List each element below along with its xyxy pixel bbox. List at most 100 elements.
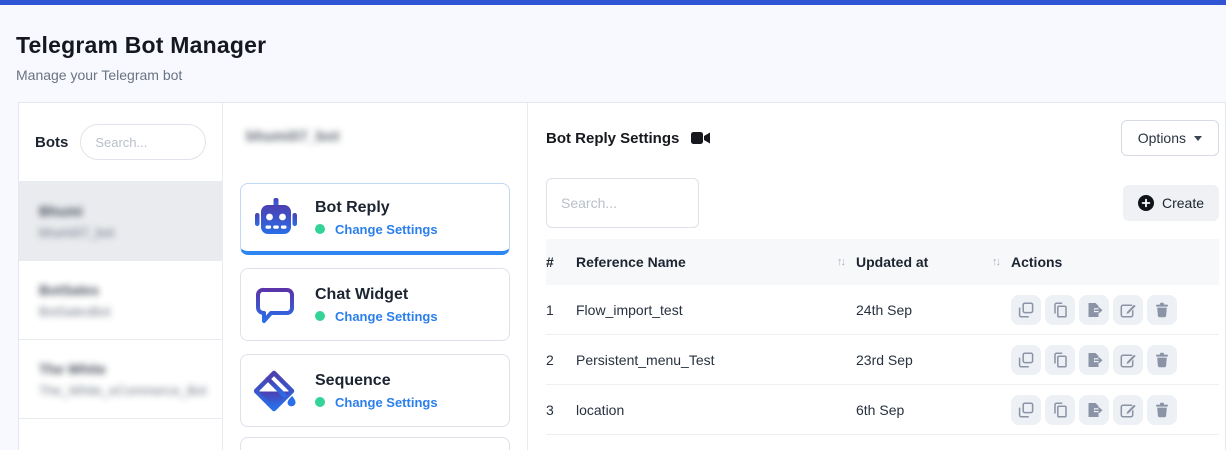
copy-button[interactable] bbox=[1045, 395, 1075, 425]
feature-title: Sequence bbox=[315, 372, 438, 390]
edit-button[interactable] bbox=[1113, 395, 1143, 425]
bot-list-item[interactable]: The White The_White_eCommerce_Bot bbox=[19, 340, 222, 419]
change-settings-link[interactable]: Change Settings bbox=[335, 395, 438, 410]
options-button-label: Options bbox=[1138, 130, 1186, 146]
export-button[interactable] bbox=[1079, 295, 1109, 325]
edit-icon bbox=[1120, 302, 1136, 318]
change-settings-link[interactable]: Change Settings bbox=[335, 222, 438, 237]
bots-panel-header: Bots bbox=[19, 103, 222, 182]
page-subtitle: Manage your Telegram bot bbox=[16, 67, 1210, 83]
status-dot-icon bbox=[315, 224, 325, 234]
video-camera-icon bbox=[691, 131, 710, 145]
trash-icon bbox=[1154, 302, 1170, 318]
export-button[interactable] bbox=[1079, 345, 1109, 375]
bots-heading: Bots bbox=[35, 134, 68, 151]
robot-icon bbox=[254, 196, 298, 240]
copy-icon bbox=[1052, 302, 1068, 318]
feature-card-bot-reply[interactable]: Bot Reply Change Settings bbox=[240, 183, 510, 255]
column-header-actions: Actions bbox=[1011, 254, 1219, 270]
table-row: 1 Flow_import_test 24th Sep bbox=[546, 285, 1219, 335]
chevron-down-icon bbox=[1194, 136, 1202, 141]
reference-name: Persistent_menu_Test bbox=[576, 352, 856, 368]
clone-button[interactable] bbox=[1011, 345, 1041, 375]
row-num: 2 bbox=[546, 352, 576, 368]
row-actions bbox=[1011, 395, 1219, 425]
status-dot-icon bbox=[315, 311, 325, 321]
plus-circle-icon bbox=[1138, 195, 1154, 211]
delete-button[interactable] bbox=[1147, 295, 1177, 325]
export-button[interactable] bbox=[1079, 395, 1109, 425]
column-header-num: # bbox=[546, 254, 576, 270]
row-actions bbox=[1011, 295, 1219, 325]
chat-bubble-icon bbox=[254, 283, 298, 327]
updated-at: 24th Sep bbox=[856, 302, 1011, 318]
clone-icon bbox=[1018, 302, 1034, 318]
edit-button[interactable] bbox=[1113, 345, 1143, 375]
paint-bucket-icon bbox=[254, 369, 298, 413]
trash-icon bbox=[1154, 352, 1170, 368]
bots-panel: Bots Bhumi bhumi07_bot BotSales BotSales… bbox=[19, 103, 222, 450]
updated-at: 23rd Sep bbox=[856, 352, 1011, 368]
edit-button[interactable] bbox=[1113, 295, 1143, 325]
feature-title: Bot Reply bbox=[315, 199, 438, 217]
row-num: 1 bbox=[546, 302, 576, 318]
copy-icon bbox=[1052, 352, 1068, 368]
copy-icon bbox=[1052, 402, 1068, 418]
create-button-label: Create bbox=[1162, 195, 1204, 211]
page-header: Telegram Bot Manager Manage your Telegra… bbox=[0, 5, 1226, 83]
bot-name: The White bbox=[39, 361, 202, 377]
bot-username: The_White_eCommerce_Bot bbox=[39, 383, 202, 398]
clone-icon bbox=[1018, 352, 1034, 368]
page-title: Telegram Bot Manager bbox=[16, 32, 1210, 59]
row-actions bbox=[1011, 345, 1219, 375]
feature-card-text: Chat Widget Change Settings bbox=[315, 286, 438, 324]
bot-name: BotSales bbox=[39, 282, 202, 298]
bot-name: Bhumi bbox=[39, 203, 202, 219]
reference-search-input[interactable] bbox=[546, 178, 699, 228]
change-settings-link[interactable]: Change Settings bbox=[335, 309, 438, 324]
delete-button[interactable] bbox=[1147, 395, 1177, 425]
options-button[interactable]: Options bbox=[1121, 120, 1219, 156]
clone-button[interactable] bbox=[1011, 295, 1041, 325]
status-dot-icon bbox=[315, 397, 325, 407]
clone-icon bbox=[1018, 402, 1034, 418]
column-header-reference[interactable]: Reference Name ↑↓ bbox=[576, 254, 856, 270]
delete-button[interactable] bbox=[1147, 345, 1177, 375]
settings-panel-title: Bot Reply Settings bbox=[546, 130, 679, 147]
bot-features-panel: bhumi07_bot Bot Reply Change Settings bbox=[222, 103, 527, 450]
reference-name: Flow_import_test bbox=[576, 302, 856, 318]
feature-card-sequence[interactable]: Sequence Change Settings bbox=[240, 354, 510, 427]
sort-arrows-icon[interactable]: ↑↓ bbox=[837, 256, 844, 268]
bots-search-input[interactable] bbox=[80, 124, 206, 160]
feature-card-partial[interactable] bbox=[240, 437, 510, 450]
main-card: Bots Bhumi bhumi07_bot BotSales BotSales… bbox=[18, 102, 1226, 450]
bot-list-item[interactable] bbox=[19, 419, 222, 450]
reference-table: # Reference Name ↑↓ Updated at ↑↓ Action… bbox=[546, 239, 1219, 435]
feature-card-chat-widget[interactable]: Chat Widget Change Settings bbox=[240, 268, 510, 341]
bot-list-item[interactable]: BotSales BotSalesBot bbox=[19, 261, 222, 340]
table-header-row: # Reference Name ↑↓ Updated at ↑↓ Action… bbox=[546, 239, 1219, 285]
create-button[interactable]: Create bbox=[1123, 185, 1219, 221]
trash-icon bbox=[1154, 402, 1170, 418]
column-header-updated[interactable]: Updated at ↑↓ bbox=[856, 254, 1011, 270]
sort-arrows-icon[interactable]: ↑↓ bbox=[992, 256, 999, 268]
copy-button[interactable] bbox=[1045, 295, 1075, 325]
edit-icon bbox=[1120, 402, 1136, 418]
bot-list-item[interactable]: Bhumi bhumi07_bot bbox=[19, 182, 222, 261]
bot-username: bhumi07_bot bbox=[39, 225, 202, 240]
export-icon bbox=[1086, 352, 1103, 368]
bot-reply-settings-panel: Bot Reply Settings Options Create bbox=[527, 103, 1225, 450]
edit-icon bbox=[1120, 352, 1136, 368]
reference-name: location bbox=[576, 402, 856, 418]
feature-card-text: Bot Reply Change Settings bbox=[315, 199, 438, 237]
selected-bot-title: bhumi07_bot bbox=[246, 128, 510, 145]
table-row: 3 location 6th Sep bbox=[546, 385, 1219, 435]
clone-button[interactable] bbox=[1011, 395, 1041, 425]
export-icon bbox=[1086, 402, 1103, 418]
row-num: 3 bbox=[546, 402, 576, 418]
table-row: 2 Persistent_menu_Test 23rd Sep bbox=[546, 335, 1219, 385]
feature-title: Chat Widget bbox=[315, 286, 438, 304]
copy-button[interactable] bbox=[1045, 345, 1075, 375]
export-icon bbox=[1086, 302, 1103, 318]
bot-username: BotSalesBot bbox=[39, 304, 202, 319]
